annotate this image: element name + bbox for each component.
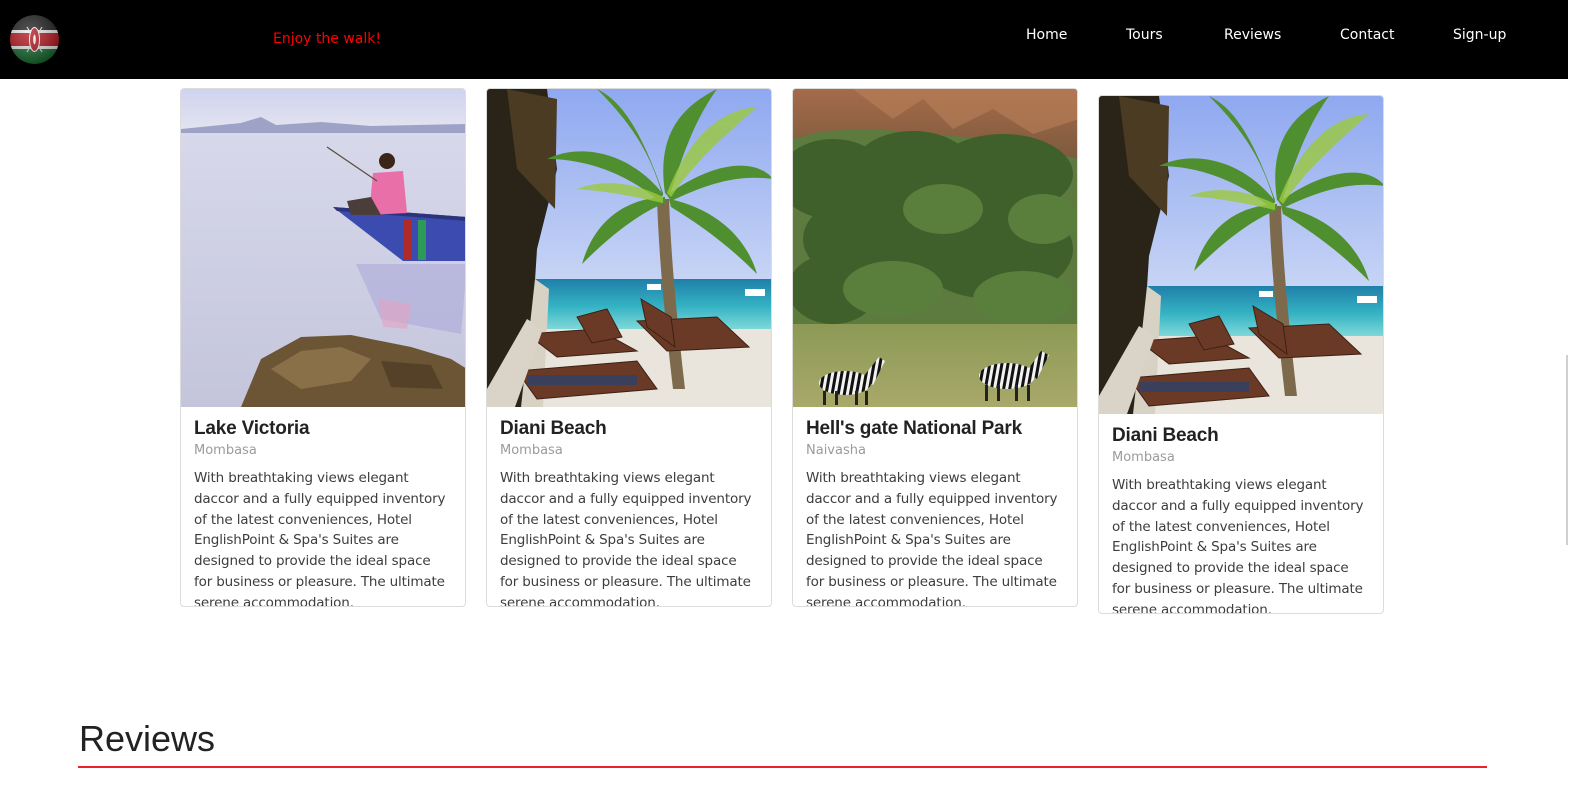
beach-palm-image — [487, 89, 771, 407]
main-nav: Home Tours Reviews Contact Sign-up — [0, 27, 1568, 47]
card-description: With breathtaking views elegant daccor a… — [500, 470, 752, 607]
card-location: Mombasa — [500, 443, 563, 458]
tour-card[interactable]: Diani Beach Mombasa With breathtaking vi… — [486, 88, 772, 607]
nav-sign-up[interactable]: Sign-up — [1453, 27, 1506, 43]
page-scrollbar[interactable] — [1566, 355, 1568, 545]
card-location: Mombasa — [194, 443, 257, 458]
nav-reviews[interactable]: Reviews — [1224, 27, 1281, 43]
lake-fisherman-image — [181, 89, 465, 407]
card-title: Diani Beach — [1112, 425, 1219, 446]
reviews-divider — [78, 766, 1487, 768]
tour-card[interactable]: Diani Beach Mombasa With breathtaking vi… — [1098, 95, 1384, 614]
zebras-park-image — [793, 89, 1077, 407]
top-navbar: Enjoy the walk! Home Tours Reviews Conta… — [0, 0, 1568, 79]
card-location: Mombasa — [1112, 450, 1175, 465]
tour-card[interactable]: Lake Victoria Mombasa With breathtaking … — [180, 88, 466, 607]
card-description: With breathtaking views elegant daccor a… — [1112, 477, 1364, 614]
card-description: With breathtaking views elegant daccor a… — [194, 470, 446, 607]
card-location: Naivasha — [806, 443, 866, 458]
nav-contact[interactable]: Contact — [1340, 27, 1394, 43]
nav-tours[interactable]: Tours — [1126, 27, 1163, 43]
card-title: Hell's gate National Park — [806, 418, 1022, 439]
card-title: Diani Beach — [500, 418, 607, 439]
nav-home[interactable]: Home — [1026, 27, 1067, 43]
beach-palm-image — [1099, 96, 1383, 414]
tour-card[interactable]: Hell's gate National Park Naivasha With … — [792, 88, 1078, 607]
card-title: Lake Victoria — [194, 418, 310, 439]
reviews-heading: Reviews — [79, 718, 216, 759]
card-description: With breathtaking views elegant daccor a… — [806, 470, 1058, 607]
